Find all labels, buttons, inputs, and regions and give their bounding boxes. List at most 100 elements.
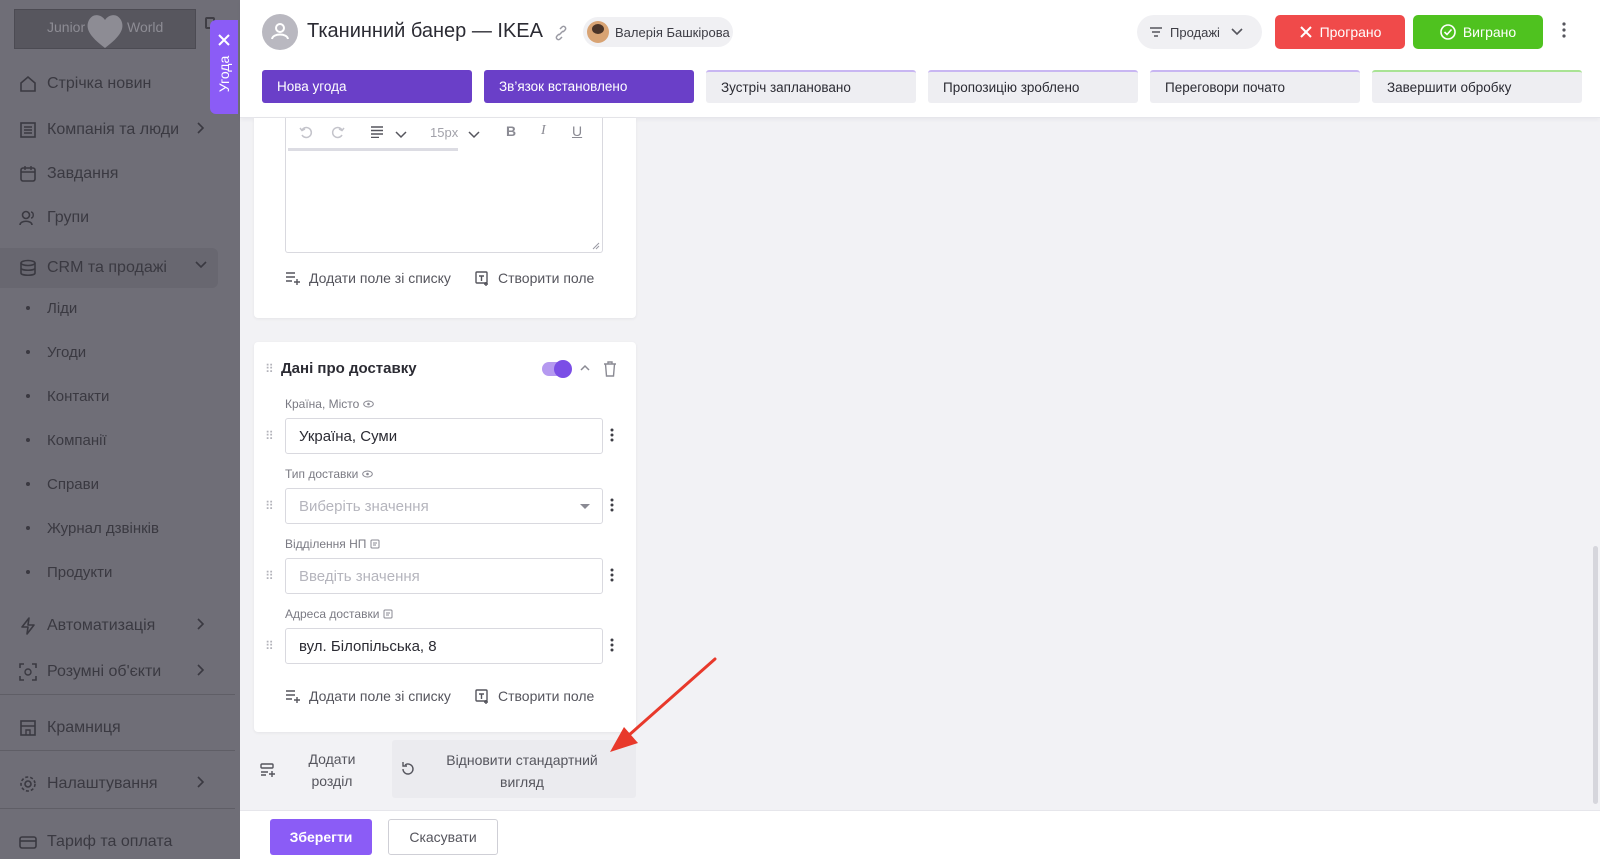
- sidebar-item-store[interactable]: Крамниця: [18, 716, 121, 740]
- more-vertical-icon[interactable]: [610, 568, 614, 582]
- field-label-np-branch: Відділення НП: [285, 537, 380, 551]
- undo-icon[interactable]: [299, 125, 313, 142]
- save-button[interactable]: Зберегти: [270, 819, 372, 855]
- drag-handle-icon[interactable]: ⠿: [265, 362, 274, 376]
- rich-text-editor[interactable]: 15px B I U: [285, 118, 603, 253]
- stage-meeting-scheduled[interactable]: Зустріч заплановано: [706, 70, 916, 103]
- field-label-delivery-address: Адреса доставки: [285, 607, 393, 621]
- sidebar-subitem-cases[interactable]: Справи: [26, 473, 99, 495]
- sidebar-item-billing[interactable]: Тариф та оплата: [18, 830, 172, 854]
- add-field-from-list-label: Додати поле зі списку: [309, 688, 451, 704]
- editor-toolbar-scrollbar[interactable]: [288, 148, 458, 151]
- sidebar-subitem-deals[interactable]: Угоди: [26, 341, 86, 363]
- deal-side-tab[interactable]: Угода: [210, 20, 238, 114]
- create-field-button[interactable]: Створити поле: [475, 688, 594, 704]
- responsible-user-chip[interactable]: Валерія Башкірова: [583, 17, 733, 47]
- delivery-address-input[interactable]: вул. Білопільська, 8: [285, 628, 603, 664]
- building-icon: [18, 120, 38, 140]
- sidebar-item-news[interactable]: Стрічка новин: [18, 72, 151, 96]
- stage-new-deal[interactable]: Нова угода: [262, 70, 472, 103]
- add-section-label-line2: розділ: [311, 773, 353, 789]
- calendar-icon: [18, 164, 38, 184]
- sidebar-subitem-label: Угоди: [47, 343, 87, 361]
- italic-icon[interactable]: I: [541, 123, 546, 139]
- stage-finish-processing[interactable]: Завершити обробку: [1372, 70, 1582, 103]
- more-vertical-icon[interactable]: [610, 638, 614, 652]
- chevron-down-icon[interactable]: [467, 128, 481, 143]
- input-placeholder: Введіть значення: [299, 567, 420, 585]
- stage-contact-established[interactable]: Зв’язок встановлено: [484, 70, 694, 103]
- company-logo[interactable]: Junior World: [14, 9, 196, 49]
- lost-button-label: Програно: [1319, 24, 1382, 40]
- sidebar-item-smart-objects[interactable]: Розумні об'єкти: [18, 660, 205, 684]
- link-icon[interactable]: [553, 25, 569, 41]
- sidebar-item-label: CRM та продажі: [47, 259, 167, 276]
- drag-handle-icon[interactable]: ⠿: [265, 499, 274, 513]
- pipeline-select[interactable]: Продажі: [1137, 15, 1262, 49]
- caret-down-icon: [580, 504, 590, 509]
- resize-handle-icon[interactable]: [592, 242, 600, 250]
- trash-icon[interactable]: [603, 361, 617, 377]
- redo-icon[interactable]: [331, 125, 345, 142]
- home-icon: [18, 74, 38, 94]
- drag-handle-icon[interactable]: ⠿: [265, 429, 274, 443]
- sidebar-item-tasks[interactable]: Завдання: [18, 162, 118, 186]
- field-label-text: Тип доставки: [285, 467, 359, 481]
- sidebar-item-settings[interactable]: Налаштування: [18, 772, 205, 796]
- more-vertical-icon[interactable]: [1562, 22, 1566, 38]
- add-field-from-list-button[interactable]: Додати поле зі списку: [285, 688, 451, 704]
- more-vertical-icon[interactable]: [610, 428, 614, 442]
- add-section-button[interactable]: Додати розділ: [260, 750, 356, 789]
- chevron-down-icon: [1231, 28, 1243, 36]
- np-branch-input[interactable]: Введіть значення: [285, 558, 603, 594]
- stage-negotiation-started[interactable]: Переговори почато: [1150, 70, 1360, 103]
- sidebar-divider: [0, 694, 235, 695]
- align-icon[interactable]: [370, 126, 384, 141]
- deal-panel: Тканинний банер — IKEA Валерія Башкірова…: [240, 0, 1600, 859]
- sidebar-item-groups[interactable]: Групи: [18, 206, 89, 230]
- deal-header: Тканинний банер — IKEA Валерія Башкірова…: [240, 0, 1600, 118]
- lost-button[interactable]: Програно: [1275, 15, 1405, 49]
- sidebar-subitem-companies[interactable]: Компанії: [26, 429, 107, 451]
- font-size-value[interactable]: 15px: [430, 125, 458, 140]
- note-icon: [370, 539, 380, 549]
- sidebar-subitem-call-log[interactable]: Журнал дзвінків: [26, 517, 159, 539]
- add-field-from-list-button[interactable]: Додати поле зі списку: [285, 270, 451, 286]
- create-field-button[interactable]: Створити поле: [475, 270, 594, 286]
- bold-icon[interactable]: B: [506, 123, 516, 139]
- more-vertical-icon[interactable]: [610, 498, 614, 512]
- deal-tab-label: Угода: [216, 55, 232, 93]
- cancel-button[interactable]: Скасувати: [388, 819, 498, 855]
- country-city-input[interactable]: Україна, Суми: [285, 418, 603, 454]
- stage-label: Зустріч заплановано: [721, 80, 851, 95]
- restore-icon: [402, 762, 414, 775]
- stage-proposal-made[interactable]: Пропозицію зроблено: [928, 70, 1138, 103]
- bullet-dot: [26, 570, 30, 574]
- stage-label: Пропозицію зроблено: [943, 80, 1080, 95]
- drag-handle-icon[interactable]: ⠿: [265, 639, 274, 653]
- chevron-up-icon[interactable]: [579, 364, 591, 372]
- bullet-dot: [26, 350, 30, 354]
- create-field-label: Створити поле: [498, 688, 595, 704]
- sidebar-subitem-contacts[interactable]: Контакти: [26, 385, 109, 407]
- underline-icon[interactable]: U: [572, 123, 582, 139]
- sidebar-subitem-leads[interactable]: Ліди: [26, 297, 77, 319]
- sidebar-item-crm[interactable]: CRM та продажі: [18, 256, 207, 280]
- bullet-dot: [26, 394, 30, 398]
- sidebar-subitem-products[interactable]: Продукти: [26, 561, 112, 583]
- won-button[interactable]: Виграно: [1413, 15, 1543, 49]
- delivery-type-select[interactable]: Виберіть значення: [285, 488, 603, 524]
- sidebar-item-automation[interactable]: Автоматизація: [18, 614, 205, 638]
- drag-handle-icon[interactable]: ⠿: [265, 569, 274, 583]
- sidebar-item-label: Компанія та люди: [47, 121, 180, 138]
- chevron-right-icon: [197, 664, 205, 676]
- section-visibility-toggle[interactable]: [542, 360, 572, 378]
- deal-title[interactable]: Тканинний банер — IKEA: [307, 20, 543, 43]
- chevron-down-icon[interactable]: [394, 128, 408, 143]
- panel-scrollbar[interactable]: [1593, 546, 1598, 804]
- sidebar-item-label: Крамниця: [47, 719, 121, 736]
- sidebar-item-company[interactable]: Компанія та люди: [18, 118, 205, 142]
- eye-icon: [363, 400, 375, 408]
- sidebar-item-label: Розумні об'єкти: [47, 663, 162, 680]
- field-label-delivery-type: Тип доставки: [285, 467, 374, 481]
